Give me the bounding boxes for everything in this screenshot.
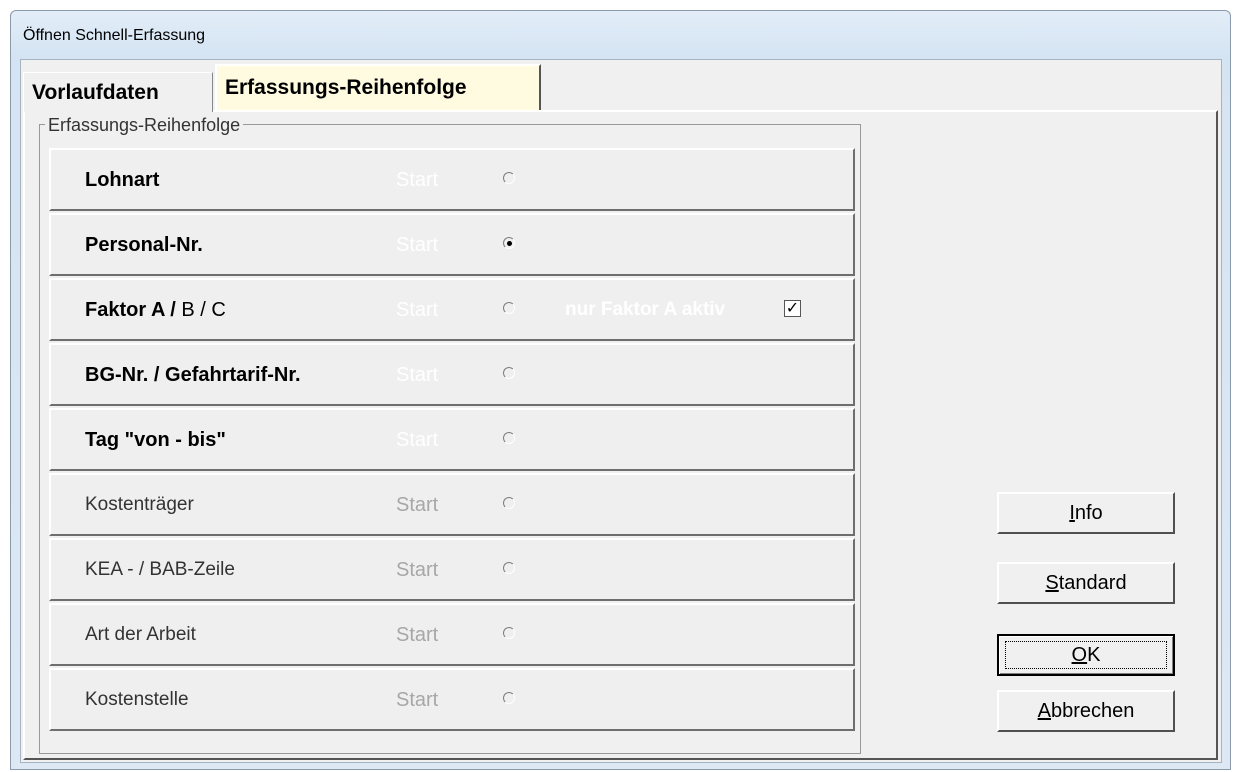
row-kostentraeger[interactable]: Kostenträger Start [49,473,855,536]
radio-button-icon[interactable] [503,627,515,639]
row-label: Kostenträger [85,494,194,515]
group-title: Erfassungs-Reihenfolge [45,115,244,136]
start-label: Start [396,494,439,516]
row-label: KEA - / BAB-Zeile [85,559,235,580]
abbrechen-button-label: Abbrechen [1037,700,1135,722]
start-label: Start [396,689,439,711]
radio-button-icon[interactable] [503,367,515,379]
nur-faktor-a-aktiv-label: nur Faktor A aktiv [565,299,726,320]
info-button[interactable]: Info [997,492,1175,534]
row-tag-von-bis[interactable]: Tag "von - bis" Start [49,408,855,471]
row-faktor[interactable]: Faktor A / B / C Start nur Faktor A akti… [49,278,855,341]
radio-button-icon[interactable] [503,562,515,574]
radio-button-icon[interactable] [503,237,515,249]
radio-button-icon[interactable] [503,172,515,184]
tab-vorlaufdaten[interactable]: Vorlaufdaten [23,72,213,112]
row-lohnart[interactable]: Lohnart Start [49,148,855,211]
row-label-suffix: B / C [181,299,226,321]
ok-button-label: OK [1071,644,1101,666]
radio-button-icon[interactable] [503,432,515,444]
standard-button-label: Standard [1045,572,1127,594]
row-label: Faktor A / B / C [85,280,226,340]
title-bar[interactable]: Öffnen Schnell-Erfassung [11,11,1230,61]
row-label: Lohnart [85,169,160,191]
dialog-client-area: Vorlaufdaten Erfassungs-Reihenfolge Erfa… [20,59,1222,763]
start-label: Start [396,169,439,191]
row-kostenstelle[interactable]: Kostenstelle Start [49,668,855,731]
window-title: Öffnen Schnell-Erfassung [23,27,206,44]
row-label: Tag "von - bis" [85,429,226,451]
start-label: Start [396,429,439,451]
row-label-main: Faktor A / [85,299,176,321]
tab-erfassungs-reihenfolge[interactable]: Erfassungs-Reihenfolge [215,64,541,110]
info-button-label: Info [1069,502,1103,524]
row-label: Art der Arbeit [85,624,196,645]
start-label: Start [396,234,439,256]
standard-button[interactable]: Standard [997,562,1175,604]
start-label: Start [396,559,439,581]
radio-button-icon[interactable] [503,302,515,314]
row-art-der-arbeit[interactable]: Art der Arbeit Start [49,603,855,666]
ok-button[interactable]: OK [997,634,1175,676]
row-bg-nr[interactable]: BG-Nr. / Gefahrtarif-Nr. Start [49,343,855,406]
row-label: Kostenstelle [85,689,189,710]
row-label: BG-Nr. / Gefahrtarif-Nr. [85,364,301,386]
start-label: Start [396,364,439,386]
row-personal-nr[interactable]: Personal-Nr. Start [49,213,855,276]
start-label: Start [396,624,439,646]
abbrechen-button[interactable]: Abbrechen [997,690,1175,732]
start-label: Start [396,299,439,321]
dialog-window: Öffnen Schnell-Erfassung Vorlaufdaten Er… [10,10,1231,770]
row-kea-bab-zeile[interactable]: KEA - / BAB-Zeile Start [49,538,855,601]
nur-faktor-a-aktiv-checkbox[interactable]: ✓ [784,300,801,317]
radio-button-icon[interactable] [503,497,515,509]
row-label: Personal-Nr. [85,234,203,256]
radio-button-icon[interactable] [503,692,515,704]
